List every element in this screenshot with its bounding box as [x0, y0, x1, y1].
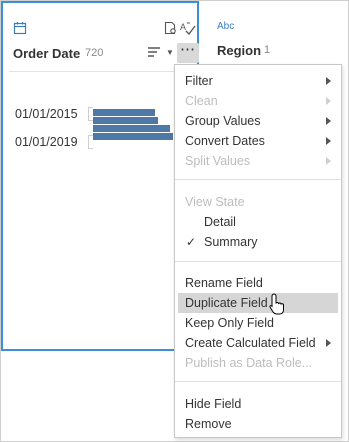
- menu-item-duplicate-field[interactable]: Duplicate Field: [178, 293, 338, 313]
- checkmark-icon: ✓: [186, 235, 197, 249]
- field-name: Order Date: [13, 46, 81, 61]
- calendar-icon: [13, 22, 27, 35]
- menu-heading-view-state: View State: [185, 195, 245, 209]
- spell-check-icon[interactable]: A: [179, 20, 197, 36]
- menu-separator: [175, 179, 341, 180]
- histogram-bar[interactable]: [93, 133, 173, 140]
- sort-icon[interactable]: [146, 45, 162, 61]
- row-label-1: 01/01/2019: [15, 135, 78, 149]
- field-count: 720: [85, 47, 104, 59]
- menu-item-split-values[interactable]: Split Values: [175, 151, 341, 171]
- menu-item-summary[interactable]: ✓ Summary: [175, 232, 341, 252]
- menu-item-hide-field[interactable]: Hide Field: [175, 394, 341, 414]
- menu-item-filter[interactable]: Filter: [175, 71, 341, 91]
- menu-item-group-values[interactable]: Group Values: [175, 111, 341, 131]
- svg-text:A: A: [180, 22, 186, 32]
- histogram-bar[interactable]: [93, 117, 158, 124]
- chevron-right-icon: [326, 97, 331, 105]
- menu-item-clean[interactable]: Clean: [175, 91, 341, 111]
- chevron-right-icon: [326, 339, 331, 347]
- menu-separator: [175, 261, 341, 262]
- chevron-right-icon: [326, 137, 331, 145]
- header-divider: [9, 71, 199, 72]
- more-options-button[interactable]: ⋯: [177, 42, 199, 63]
- menu-item-detail[interactable]: Detail: [175, 212, 341, 232]
- chevron-right-icon: [326, 117, 331, 125]
- menu-item-convert-dates[interactable]: Convert Dates: [175, 131, 341, 151]
- menu-separator: [175, 381, 341, 382]
- menu-item-rename-field[interactable]: Rename Field: [175, 273, 341, 293]
- mouse-pointer-icon: [269, 293, 284, 315]
- order-date-card[interactable]: A Order Date 720 ▼ ⋯ 01/01/2015 01/01/20…: [1, 1, 199, 351]
- menu-item-keep-only-field[interactable]: Keep Only Field: [175, 313, 341, 333]
- region-field-count: 1: [264, 44, 271, 56]
- document-settings-icon[interactable]: [163, 21, 177, 35]
- menu-item-create-calculated-field[interactable]: Create Calculated Field: [175, 333, 341, 353]
- region-field-name: Region: [217, 43, 262, 58]
- chevron-down-icon[interactable]: ▼: [166, 48, 174, 57]
- string-type-icon: Abc: [217, 21, 235, 32]
- chevron-right-icon: [326, 157, 331, 165]
- context-menu: Filter Clean Group Values Convert Dates …: [174, 64, 342, 438]
- histogram-bar[interactable]: [93, 125, 170, 132]
- menu-item-remove[interactable]: Remove: [175, 414, 341, 434]
- menu-item-publish-data-role[interactable]: Publish as Data Role...: [175, 353, 341, 373]
- histogram-bar[interactable]: [93, 109, 155, 116]
- row-label-0: 01/01/2015: [15, 107, 78, 121]
- chevron-right-icon: [326, 77, 331, 85]
